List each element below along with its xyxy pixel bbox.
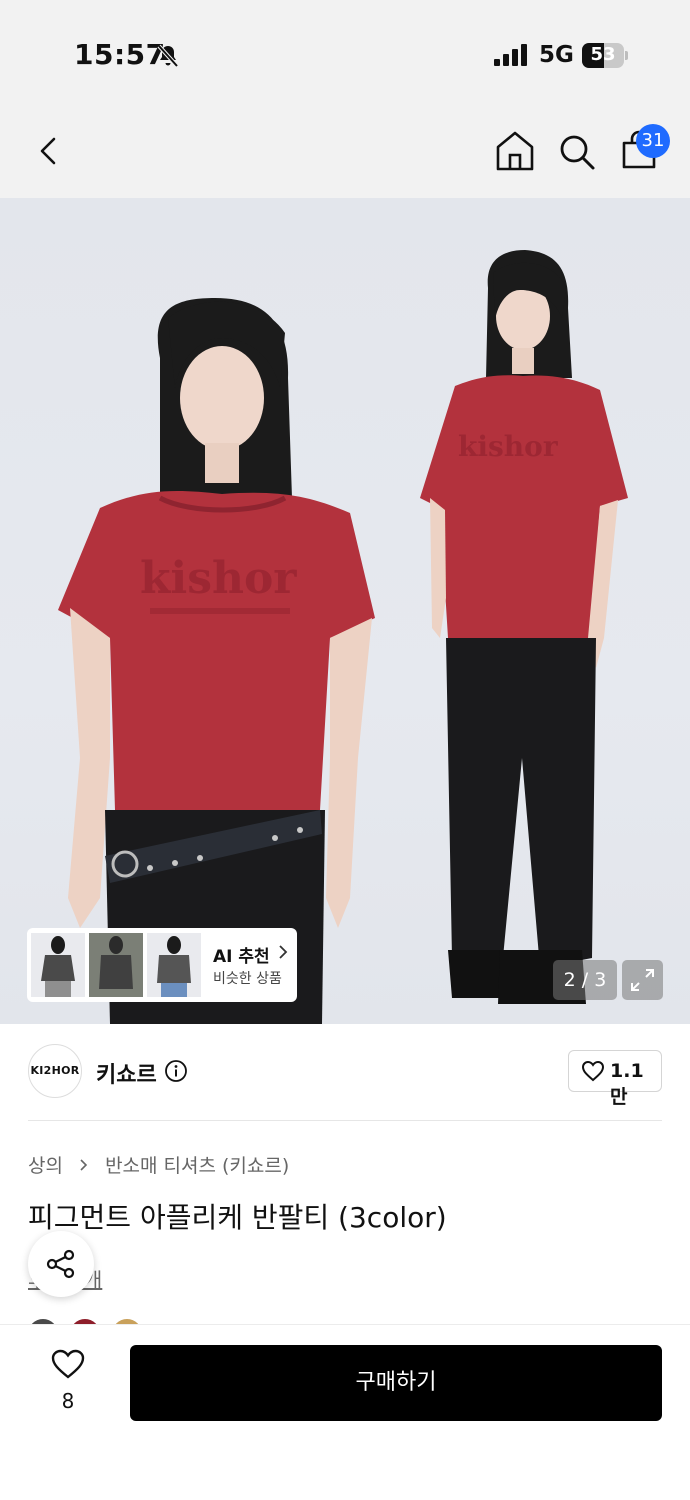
signal-bars-icon xyxy=(494,44,527,66)
cart-count-badge[interactable]: 31 xyxy=(636,124,670,158)
brand-like-count: 1.1만 xyxy=(610,1060,644,1108)
brand-like-button[interactable]: 1.1만 xyxy=(568,1050,662,1108)
ai-card-title: AI 추천 xyxy=(213,947,270,967)
image-page-counter: 2 / 3 xyxy=(553,960,617,1000)
status-time: 15:57 xyxy=(74,38,166,71)
brand-logo[interactable]: KI2HOR xyxy=(28,1044,82,1098)
divider xyxy=(28,1120,662,1121)
chevron-right-icon xyxy=(279,945,288,959)
chevron-right-icon xyxy=(80,1158,88,1171)
model-left: kishor xyxy=(58,298,375,1024)
status-bar: 15:57 5G 53 xyxy=(0,0,690,105)
home-icon[interactable] xyxy=(494,129,536,173)
battery-icon: 53 xyxy=(582,43,628,68)
product-photo: kishor kishor xyxy=(58,250,628,1024)
breadcrumb-category[interactable]: 상의 xyxy=(28,1151,63,1178)
search-icon[interactable] xyxy=(556,131,598,173)
ai-thumbnail[interactable] xyxy=(31,933,85,997)
wish-count: 8 xyxy=(61,1389,75,1413)
model-right: kishor xyxy=(420,250,628,1004)
ai-recommendation-card[interactable]: AI 추천 비슷한 상품 xyxy=(27,928,297,1002)
ai-card-subtitle: 비슷한 상품 xyxy=(213,971,282,987)
expand-button[interactable] xyxy=(622,960,663,1000)
svg-text:kishor: kishor xyxy=(458,430,559,463)
expand-icon xyxy=(631,969,654,991)
brand-name[interactable]: 키쇼르 xyxy=(96,1057,157,1089)
top-nav-bar xyxy=(0,105,690,198)
breadcrumb-subcategory[interactable]: 반소매 티셔츠 (키쇼르) xyxy=(105,1151,289,1178)
heart-outline-icon[interactable] xyxy=(50,1348,86,1380)
share-button[interactable] xyxy=(28,1231,94,1297)
back-chevron-icon[interactable] xyxy=(30,131,70,171)
ai-thumbnail[interactable] xyxy=(147,933,201,997)
network-type: 5G xyxy=(539,42,574,68)
ai-thumbnail[interactable] xyxy=(89,933,143,997)
product-image-gallery[interactable]: kishor kishor AI 추천 비슷한 상품 2 / 3 xyxy=(0,198,690,1024)
battery-level: 53 xyxy=(590,44,616,65)
bell-slash-icon xyxy=(157,44,179,68)
product-title: 피그먼트 아플리케 반팔티 (3color) xyxy=(28,1201,447,1234)
breadcrumb: 상의 반소매 티셔츠 (키쇼르) xyxy=(28,1151,289,1178)
svg-text:kishor: kishor xyxy=(140,553,297,604)
heart-outline-icon xyxy=(581,1060,605,1082)
info-icon[interactable] xyxy=(164,1059,188,1083)
share-icon xyxy=(46,1249,75,1279)
buy-button[interactable]: 구매하기 xyxy=(130,1345,662,1421)
